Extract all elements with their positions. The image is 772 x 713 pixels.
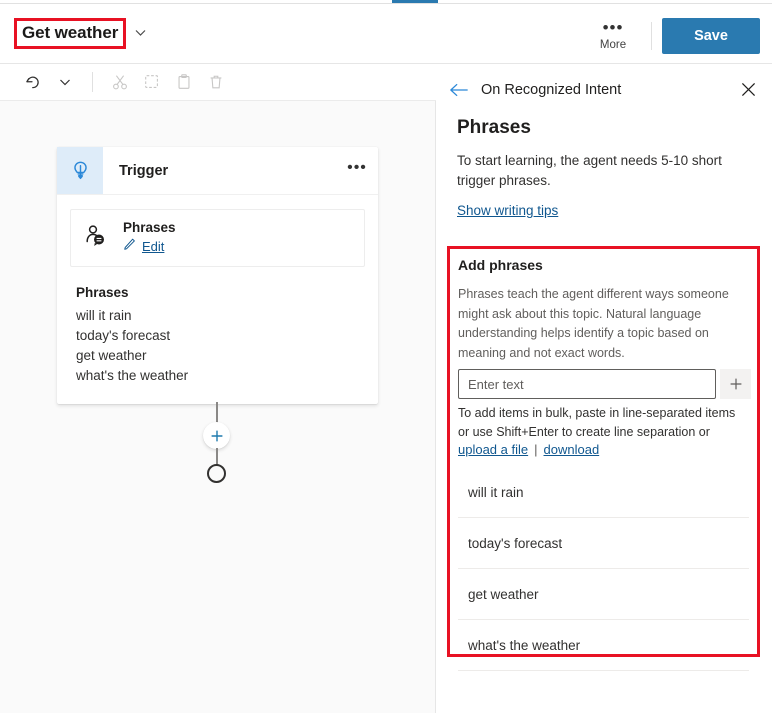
add-node-button[interactable]: [203, 422, 230, 449]
more-button[interactable]: ••• More: [585, 14, 641, 58]
list-item[interactable]: what's the weather: [458, 620, 749, 671]
upload-a-file-link[interactable]: upload a file: [458, 442, 528, 457]
trigger-node-title: Trigger: [119, 162, 169, 179]
phrases-card-text: Phrases Edit: [123, 220, 176, 256]
properties-panel: On Recognized Intent Phrases To start le…: [437, 64, 772, 713]
phrases-list: will it rain today's forecast get weathe…: [458, 467, 749, 671]
app-root: Get weather ••• More Save Trigger ••• Ph…: [0, 0, 772, 713]
add-phrases-section: Add phrases Phrases teach the agent diff…: [450, 249, 757, 671]
add-phrases-title: Add phrases: [458, 257, 543, 273]
delete-icon[interactable]: [201, 68, 231, 96]
chevron-down-icon[interactable]: [134, 26, 147, 41]
phrases-card-edit-group[interactable]: Edit: [123, 237, 176, 256]
trigger-node[interactable]: Trigger ••• Phrases Edit Phrases will it…: [57, 147, 378, 404]
bulk-add-links: upload a file | download: [450, 442, 757, 457]
panel-description: To start learning, the agent needs 5-10 …: [457, 153, 722, 188]
command-bar: Get weather ••• More Save: [0, 4, 772, 64]
paste-icon[interactable]: [169, 68, 199, 96]
undo-icon[interactable]: [18, 68, 48, 96]
connector-line-upper: [216, 402, 218, 424]
phrase-input[interactable]: [458, 369, 716, 399]
edit-link[interactable]: Edit: [142, 239, 164, 254]
undo-dropdown-icon[interactable]: [50, 68, 80, 96]
node-phrase-item: get weather: [76, 348, 147, 363]
add-phrases-description: Phrases teach the agent different ways s…: [458, 287, 729, 360]
panel-heading: Phrases: [457, 117, 531, 138]
panel-header: On Recognized Intent: [437, 64, 772, 99]
show-writing-tips-link[interactable]: Show writing tips: [457, 203, 558, 218]
command-bar-actions: ••• More Save: [585, 14, 760, 58]
back-arrow-icon[interactable]: [449, 82, 469, 98]
command-bar-separator: [651, 22, 652, 50]
trigger-intent-icon: [57, 147, 103, 194]
copy-icon[interactable]: [137, 68, 167, 96]
list-item[interactable]: today's forecast: [458, 518, 749, 569]
node-phrases-list: Phrases will it rain today's forecast ge…: [70, 267, 365, 386]
more-label: More: [599, 38, 627, 51]
person-speech-icon: [83, 223, 109, 254]
pencil-icon: [123, 237, 137, 256]
page-title: Get weather: [22, 23, 119, 42]
topic-title-highlight: Get weather: [14, 18, 127, 49]
node-phrase-item: will it rain: [76, 308, 132, 323]
phrases-card[interactable]: Phrases Edit: [70, 209, 365, 267]
trigger-node-header: Trigger •••: [57, 147, 378, 195]
edit-toolbar: [0, 64, 436, 101]
list-item[interactable]: get weather: [458, 569, 749, 620]
end-node-circle: [207, 464, 226, 483]
close-icon[interactable]: [739, 80, 758, 99]
save-button[interactable]: Save: [662, 18, 760, 54]
list-item[interactable]: will it rain: [458, 467, 749, 518]
add-phrase-input-row: [450, 363, 757, 399]
cut-icon[interactable]: [105, 68, 135, 96]
toolbar-divider: [92, 72, 93, 92]
panel-header-title: On Recognized Intent: [481, 81, 622, 98]
download-link[interactable]: download: [544, 442, 600, 457]
add-phrase-button[interactable]: [720, 369, 751, 399]
more-dots-icon: •••: [602, 17, 624, 37]
node-phrase-item: what's the weather: [76, 368, 189, 383]
trigger-node-body: Phrases Edit Phrases will it rain today'…: [57, 195, 378, 404]
trigger-node-more-button[interactable]: •••: [336, 147, 378, 194]
links-separator: |: [534, 442, 538, 457]
authoring-canvas[interactable]: Trigger ••• Phrases Edit Phrases will it…: [0, 101, 436, 713]
node-phrases-heading: Phrases: [76, 285, 129, 300]
topic-title-group: Get weather: [14, 18, 147, 49]
node-phrase-item: today's forecast: [76, 328, 171, 343]
bulk-add-note: To add items in bulk, paste in line-sepa…: [458, 406, 736, 439]
phrases-card-title: Phrases: [123, 220, 176, 235]
